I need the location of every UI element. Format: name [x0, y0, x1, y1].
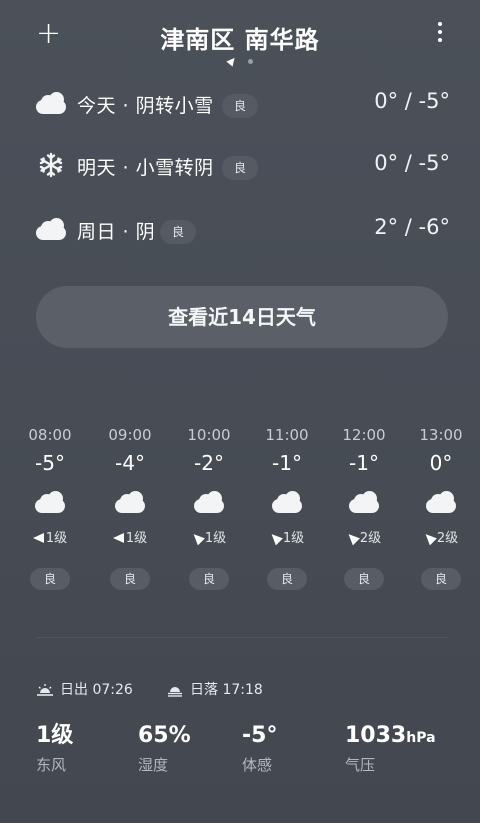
aqi-badge: 良	[30, 568, 70, 590]
detail-label: 湿度	[138, 756, 169, 774]
feels-like-detail: -5° 体感	[242, 722, 277, 775]
cloud-icon	[36, 92, 66, 116]
more-vertical-icon	[430, 22, 450, 42]
hour-time: 11:00	[265, 426, 309, 444]
aqi-badge: 良	[267, 568, 307, 590]
cloud-icon	[35, 491, 65, 515]
hour-time: 13:00	[419, 426, 463, 444]
daily-temp-range: 0° / -5°	[374, 89, 450, 113]
detail-value: 65%	[138, 722, 191, 750]
hour-temp: -2°	[194, 451, 224, 475]
cloud-icon	[426, 491, 456, 515]
sunset-time: 日落 17:18	[190, 682, 263, 698]
hour-wind: 1级	[257, 530, 317, 548]
hour-time: 10:00	[187, 426, 231, 444]
daily-row-sunday[interactable]: 周日 · 阴 良 2° / -6°	[36, 212, 450, 252]
aqi-badge: 良	[110, 568, 150, 590]
wind-detail: 1级 东风	[36, 722, 73, 775]
cloud-icon	[194, 491, 224, 515]
wind-level: 2级	[436, 531, 459, 546]
detail-value: 1033hPa	[345, 722, 436, 750]
page-indicator	[226, 55, 266, 67]
daily-row-today[interactable]: 今天 · 阴转小雪 良 0° / -5°	[36, 86, 450, 126]
pressure-value: 1033	[345, 723, 407, 748]
hour-temp: -4°	[115, 451, 145, 475]
daily-row-tomorrow[interactable]: 明天 · 小雪转阴 良 0° / -5°	[36, 148, 450, 188]
hour-wind: 2级	[411, 530, 471, 548]
hourly-item: 08:00 -5° 1级良	[20, 425, 80, 590]
hour-temp: -5°	[35, 451, 65, 475]
sunset-info: 日落 17:18	[166, 681, 263, 699]
cloud-icon	[36, 218, 66, 242]
detail-label: 东风	[36, 756, 67, 774]
cloud-icon	[272, 491, 302, 515]
wind-direction-icon	[32, 533, 44, 543]
wind-level: 1级	[36, 723, 74, 748]
location-arrow-icon	[226, 55, 238, 67]
snowflake-icon	[36, 152, 66, 178]
aqi-badge: 良	[222, 156, 259, 180]
hour-wind: 1级	[100, 530, 160, 548]
hourly-item: 11:00 -1° 1级良	[257, 425, 317, 590]
location-title: 津南区 南华路	[160, 26, 320, 54]
aqi-badge: 良	[222, 94, 259, 118]
view-14-day-forecast-button[interactable]: 查看近14日天气	[36, 286, 448, 348]
pressure-unit: hPa	[406, 730, 436, 746]
pressure-detail: 1033hPa 气压	[345, 722, 436, 775]
sunset-icon	[168, 687, 182, 697]
daily-temp-range: 0° / -5°	[374, 151, 450, 175]
sunrise-icon	[37, 684, 53, 696]
cloud-icon	[115, 491, 145, 515]
feels-like-value: -5°	[242, 723, 278, 748]
daily-label: 明天 · 小雪转阴	[77, 157, 214, 179]
aqi-badge: 良	[189, 568, 229, 590]
sunrise-info: 日出 07:26	[36, 681, 133, 699]
humidity-detail: 65% 湿度	[138, 722, 191, 775]
hour-time: 09:00	[108, 426, 152, 444]
divider	[36, 637, 448, 638]
hour-wind: 2级	[334, 530, 394, 548]
hourly-item: 12:00 -1° 2级良	[334, 425, 394, 590]
hour-wind: 1级	[179, 530, 239, 548]
aqi-badge: 良	[421, 568, 461, 590]
wind-direction-icon	[421, 530, 437, 546]
wind-direction-icon	[267, 530, 283, 546]
wind-level: 1级	[204, 531, 227, 546]
hour-time: 08:00	[28, 426, 72, 444]
detail-label: 体感	[242, 756, 273, 774]
hour-wind: 1级	[20, 530, 80, 548]
detail-label: 气压	[345, 756, 376, 774]
cloud-icon	[349, 491, 379, 515]
hourly-item: 09:00 -4° 1级良	[100, 425, 160, 590]
humidity-value: 65%	[138, 723, 191, 748]
more-menu-button[interactable]	[430, 22, 450, 46]
wind-level: 1级	[45, 531, 68, 546]
hour-temp: -1°	[349, 451, 379, 475]
hour-temp: 0°	[429, 451, 453, 475]
page-dot	[248, 59, 253, 64]
hour-time: 12:00	[342, 426, 386, 444]
wind-direction-icon	[112, 533, 124, 543]
daily-label: 周日 · 阴	[77, 221, 156, 243]
aqi-badge: 良	[344, 568, 384, 590]
aqi-badge: 良	[160, 220, 197, 244]
detail-value: -5°	[242, 722, 277, 750]
sunrise-time: 日出 07:26	[60, 682, 133, 698]
hourly-item: 13:00 0° 2级良	[411, 425, 471, 590]
hourly-item: 10:00 -2° 1级良	[179, 425, 239, 590]
wind-level: 1级	[125, 531, 148, 546]
daily-label: 今天 · 阴转小雪	[77, 95, 214, 117]
wind-direction-icon	[344, 530, 360, 546]
detail-value: 1级	[36, 722, 73, 750]
wind-level: 2级	[359, 531, 382, 546]
hour-temp: -1°	[272, 451, 302, 475]
wind-level: 1级	[282, 531, 305, 546]
daily-temp-range: 2° / -6°	[374, 215, 450, 239]
wind-direction-icon	[189, 530, 205, 546]
